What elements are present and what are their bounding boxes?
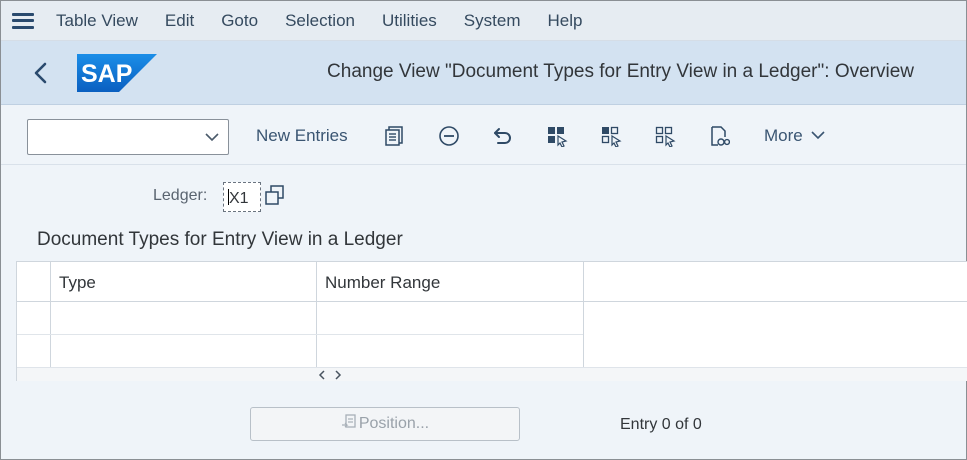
print-icon[interactable] bbox=[708, 125, 730, 147]
back-icon[interactable] bbox=[31, 61, 51, 85]
undo-icon[interactable] bbox=[492, 125, 514, 147]
menu-selection[interactable]: Selection bbox=[285, 11, 355, 31]
command-field[interactable] bbox=[27, 119, 229, 155]
table-row[interactable] bbox=[317, 335, 583, 367]
command-input[interactable] bbox=[28, 120, 198, 154]
scroll-right-icon[interactable] bbox=[333, 370, 343, 380]
chevron-down-icon[interactable] bbox=[204, 131, 220, 143]
ledger-input[interactable]: X1 bbox=[223, 182, 261, 212]
new-entries-button[interactable]: New Entries bbox=[256, 126, 348, 146]
horizontal-scrollbar[interactable] bbox=[17, 367, 967, 381]
entry-count: Entry 0 of 0 bbox=[620, 416, 702, 433]
more-button[interactable]: More bbox=[764, 126, 826, 146]
position-button[interactable]: Position... bbox=[250, 407, 520, 441]
menu-icon[interactable] bbox=[12, 12, 34, 29]
toolbar: New Entries More bbox=[1, 105, 966, 165]
table-row[interactable] bbox=[51, 335, 316, 367]
select-block-icon[interactable] bbox=[600, 125, 622, 147]
menu-system[interactable]: System bbox=[464, 11, 521, 31]
section-title: Document Types for Entry View in a Ledge… bbox=[37, 229, 403, 250]
select-all-icon[interactable] bbox=[546, 125, 568, 147]
row-selector[interactable] bbox=[17, 303, 50, 334]
table-row[interactable] bbox=[51, 303, 316, 334]
deselect-all-icon[interactable] bbox=[654, 125, 676, 147]
more-label: More bbox=[764, 126, 803, 145]
table-header: Type Number Range bbox=[17, 262, 967, 302]
sap-logo: SAP bbox=[77, 53, 157, 92]
column-header-number-range[interactable]: Number Range bbox=[325, 273, 440, 293]
page-title: Change View "Document Types for Entry Vi… bbox=[327, 61, 914, 82]
scroll-left-icon[interactable] bbox=[317, 370, 327, 380]
ledger-value: X1 bbox=[229, 190, 249, 207]
menu-help[interactable]: Help bbox=[547, 11, 582, 31]
menu-bar: Table View Edit Goto Selection Utilities… bbox=[1, 1, 966, 41]
details-icon[interactable] bbox=[384, 125, 406, 147]
position-label: Position... bbox=[358, 415, 430, 432]
delete-row-icon[interactable] bbox=[438, 125, 460, 147]
title-bar: SAP Change View "Document Types for Entr… bbox=[1, 41, 966, 105]
table-row[interactable] bbox=[317, 303, 583, 334]
row-selector[interactable] bbox=[17, 335, 50, 367]
menu-table-view[interactable]: Table View bbox=[56, 11, 138, 31]
menu-utilities[interactable]: Utilities bbox=[382, 11, 437, 31]
svg-text:SAP: SAP bbox=[81, 60, 132, 88]
menu-goto[interactable]: Goto bbox=[221, 11, 258, 31]
ledger-label: Ledger: bbox=[153, 187, 208, 204]
column-divider[interactable] bbox=[583, 262, 584, 367]
position-icon bbox=[341, 414, 356, 428]
column-header-type[interactable]: Type bbox=[59, 273, 96, 293]
chevron-down-icon bbox=[811, 131, 826, 140]
multiple-selection-icon[interactable] bbox=[263, 182, 287, 210]
menu-edit[interactable]: Edit bbox=[165, 11, 194, 31]
data-table: Type Number Range bbox=[16, 261, 967, 381]
